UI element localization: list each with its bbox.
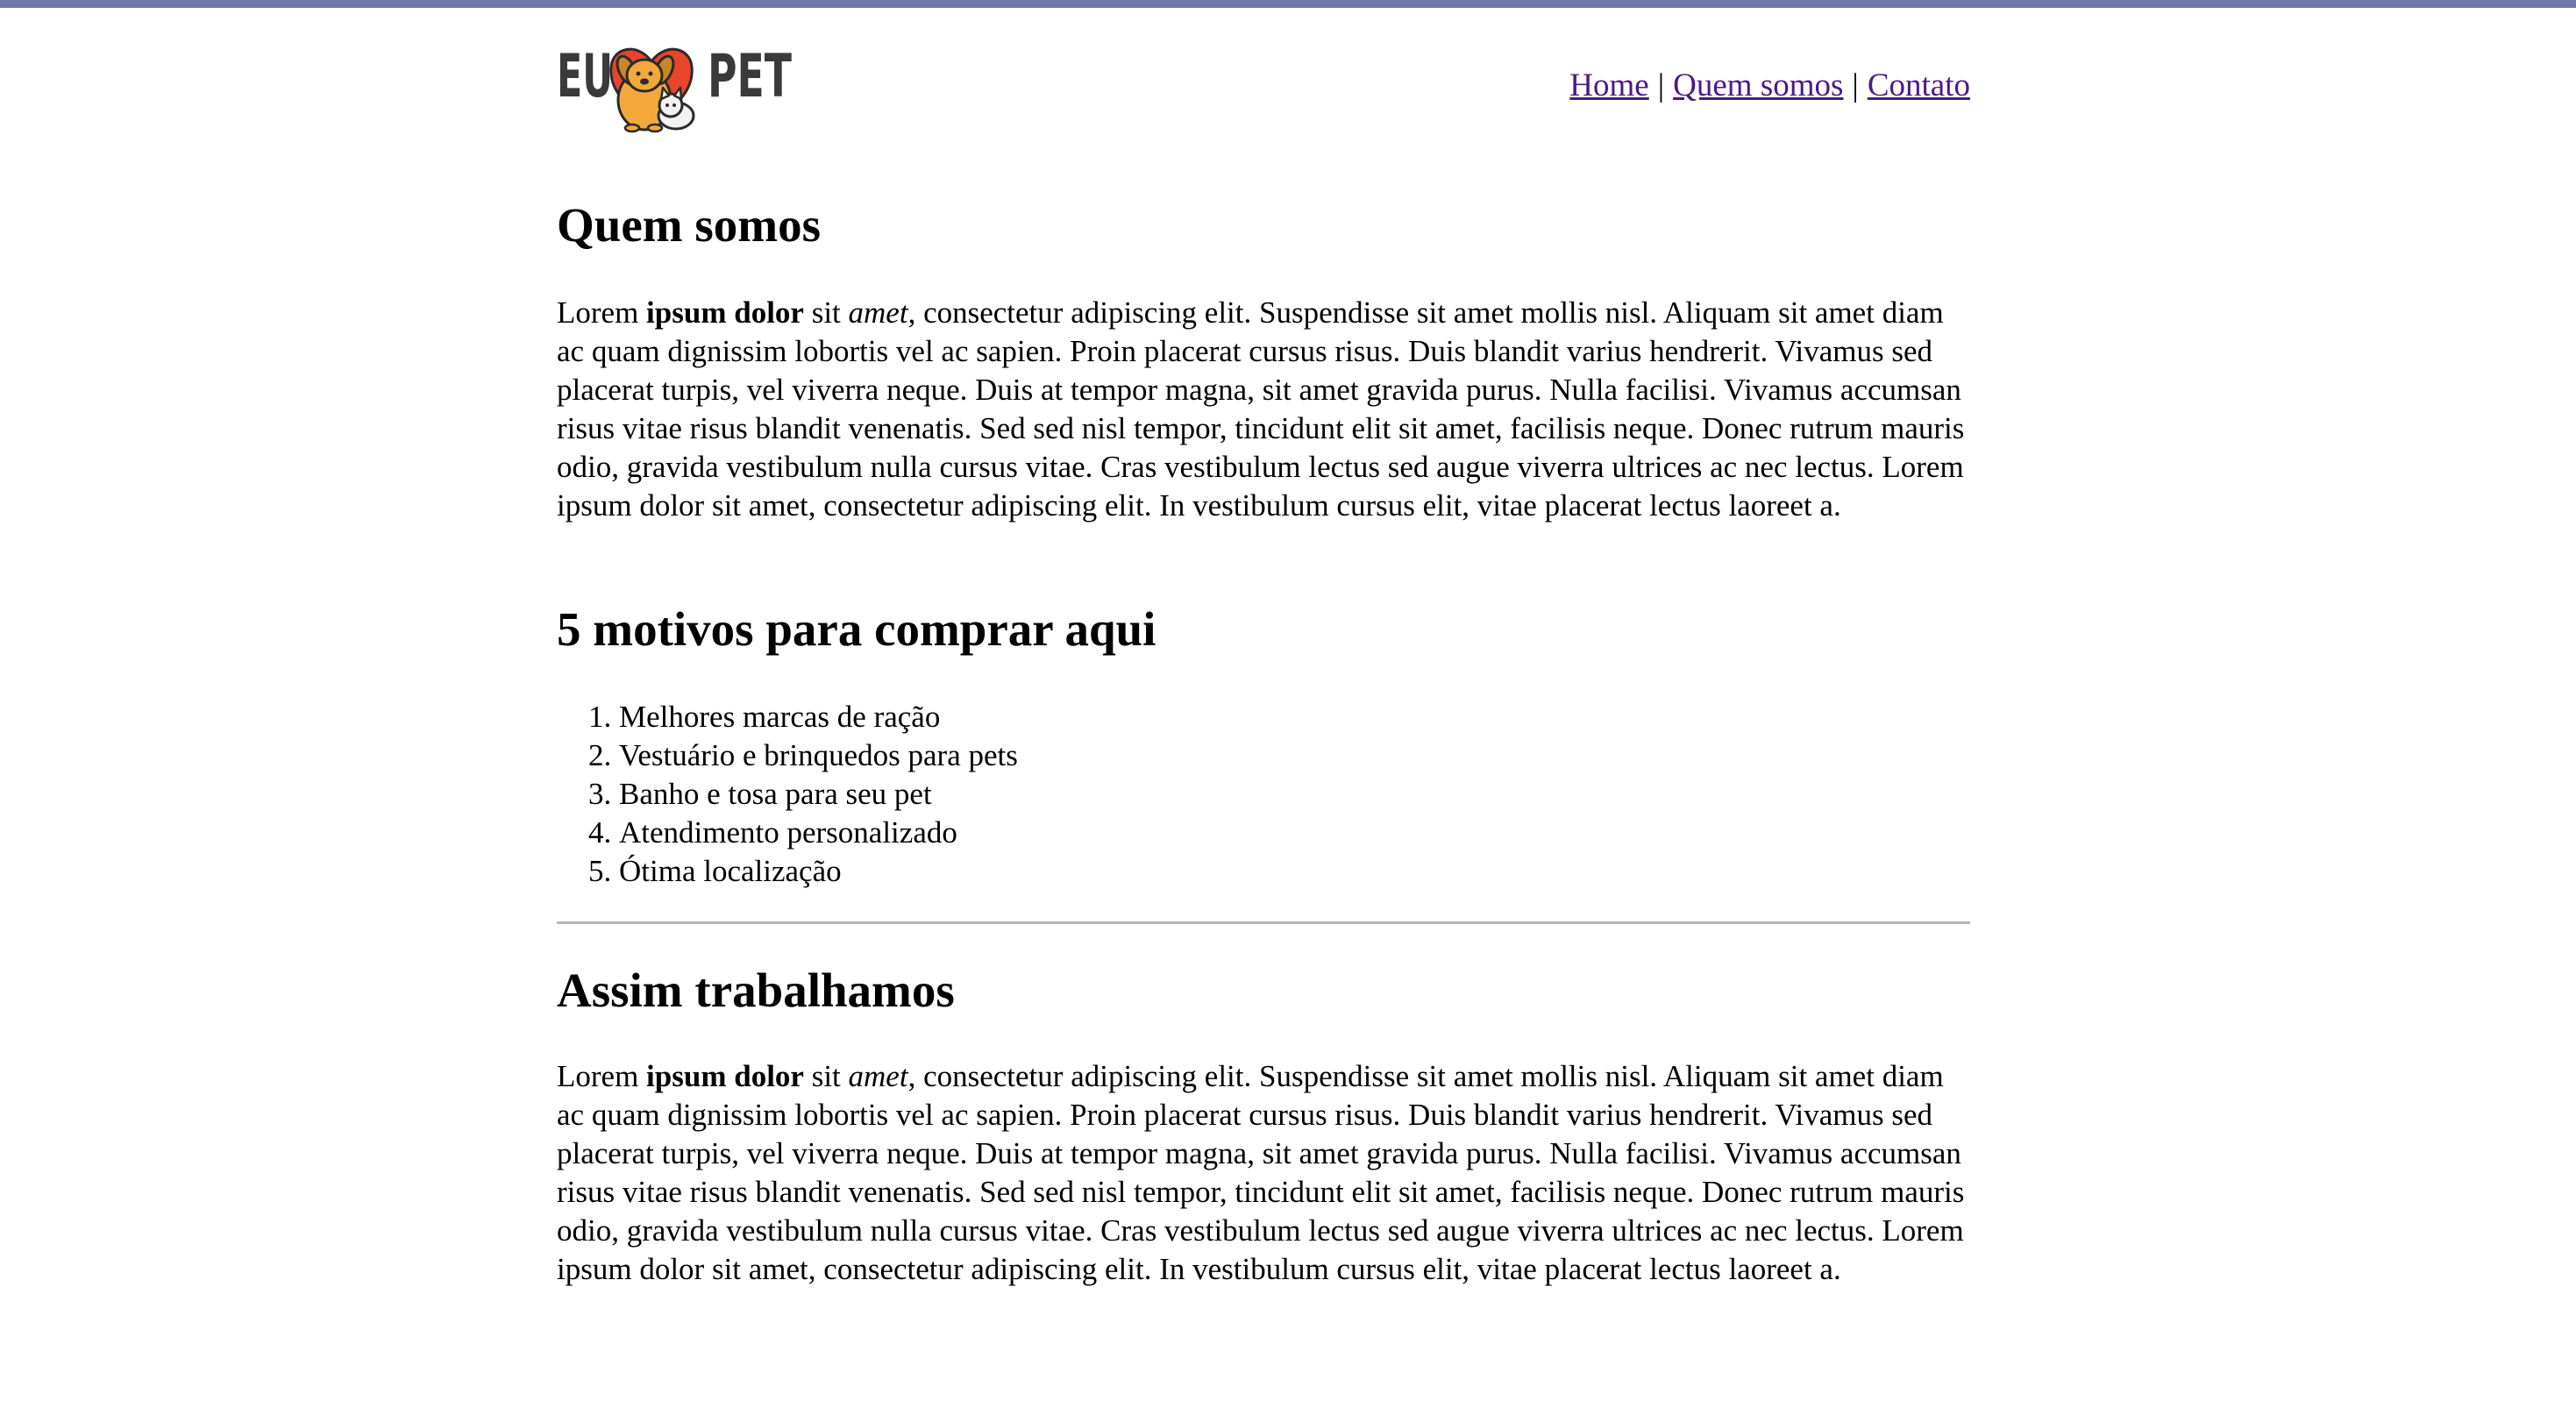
nav-link-quem-somos[interactable]: Quem somos xyxy=(1673,68,1843,103)
reasons-list: Melhores marcas de ração Vestuário e bri… xyxy=(557,698,1018,891)
reasons-list-wrapper: Melhores marcas de ração Vestuário e bri… xyxy=(557,698,1018,891)
list-item: Atendimento personalizado xyxy=(619,814,1018,852)
nav-link-contato[interactable]: Contato xyxy=(1868,68,1970,103)
about-paragraph-lead: Lorem xyxy=(557,295,647,330)
nav-separator: | xyxy=(1852,68,1859,103)
list-item: Vestuário e brinquedos para pets xyxy=(619,736,1018,775)
reasons-heading: 5 motivos para comprar aqui xyxy=(557,602,1156,656)
about-paragraph: Lorem ipsum dolor sit amet, consectetur … xyxy=(557,294,1970,525)
work-paragraph-lead: Lorem xyxy=(557,1059,647,1093)
list-item: Banho e tosa para seu pet xyxy=(619,775,1018,814)
page-content: EU PET Home | Quem somos | Contato Quem … xyxy=(557,0,1970,1286)
heart-dog-cat-icon xyxy=(609,47,695,133)
logo[interactable]: EU PET xyxy=(557,35,793,133)
work-heading: Assim trabalhamos xyxy=(557,964,955,1017)
about-paragraph-italic: amet xyxy=(848,295,908,330)
work-paragraph-mid: sit xyxy=(803,1059,849,1093)
about-paragraph-bold: ipsum dolor xyxy=(646,295,804,330)
work-paragraph-bold: ipsum dolor xyxy=(646,1059,804,1093)
list-item: Melhores marcas de ração xyxy=(619,698,1018,736)
about-heading: Quem somos xyxy=(557,198,821,252)
work-paragraph-italic: amet xyxy=(848,1059,908,1093)
about-paragraph-mid: sit xyxy=(803,295,849,330)
list-item: Ótima localização xyxy=(619,852,1018,891)
work-paragraph: Lorem ipsum dolor sit amet, consectetur … xyxy=(557,1057,1970,1289)
nav-separator: | xyxy=(1657,68,1665,103)
header: EU PET Home | Quem somos | Contato xyxy=(557,0,1970,140)
divider xyxy=(557,921,1970,924)
main-nav: Home | Quem somos | Contato xyxy=(1569,67,1970,105)
nav-link-home[interactable]: Home xyxy=(1569,68,1648,103)
logo-text-left: EU xyxy=(557,42,613,111)
logo-text-right: PET xyxy=(708,42,792,111)
